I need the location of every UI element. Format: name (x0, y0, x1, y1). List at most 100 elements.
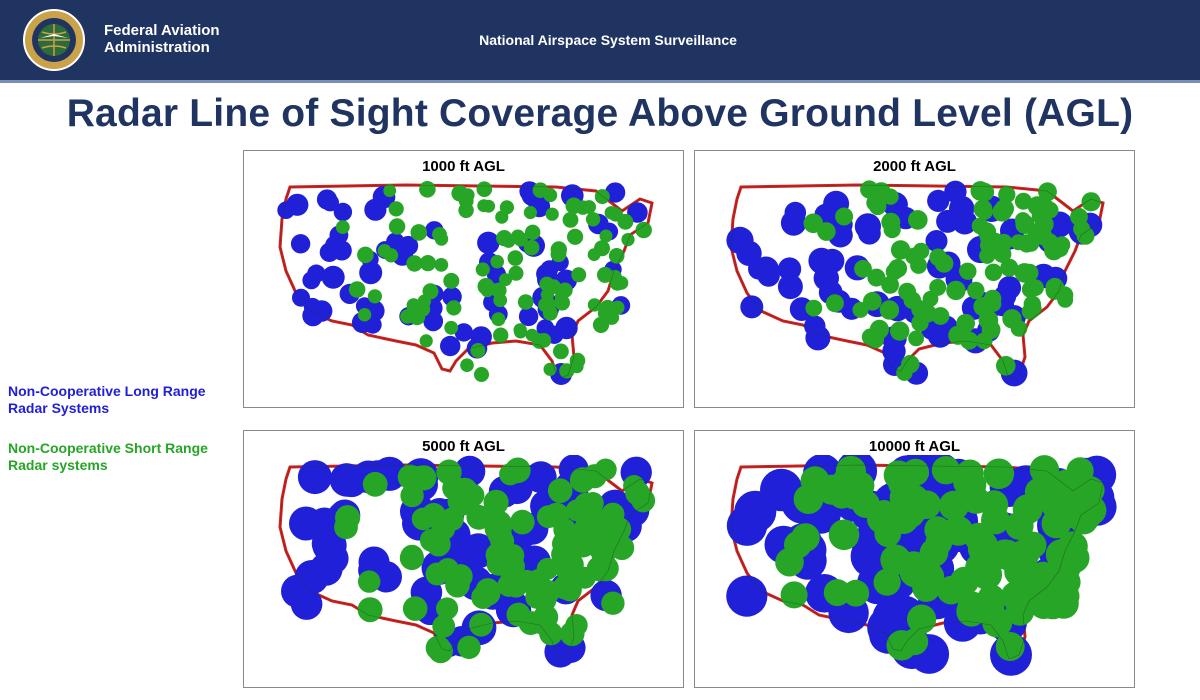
short-range-radar-site (881, 276, 899, 294)
legend-short-range: Non-Cooperative Short Range Radar system… (8, 440, 208, 473)
short-range-radar-site (929, 278, 947, 296)
short-range-radar-site (523, 205, 537, 220)
short-range-radar-site (367, 289, 382, 304)
short-range-radar-site (854, 259, 872, 278)
short-range-radar-site (931, 456, 961, 485)
long-range-radar-site (477, 231, 500, 254)
long-range-radar-site (321, 265, 345, 289)
short-range-radar-site (1046, 479, 1077, 510)
short-range-radar-site (899, 556, 931, 588)
long-range-radar-site (364, 198, 387, 221)
short-range-radar-site (461, 483, 485, 507)
short-range-radar-site (510, 509, 535, 535)
short-range-radar-site (1045, 277, 1065, 297)
short-range-radar-site (475, 578, 500, 603)
short-range-radar-site (907, 604, 937, 634)
short-range-radar-site (457, 635, 481, 659)
long-range-radar-site (329, 463, 364, 497)
coverage-panel-2000ft: 2000 ft AGL (694, 150, 1135, 408)
long-range-radar-site (736, 240, 762, 266)
short-range-radar-site (912, 490, 942, 519)
short-range-radar-site (388, 218, 406, 235)
short-range-radar-site (422, 283, 439, 300)
long-range-radar-site (726, 505, 768, 546)
short-range-radar-site (553, 343, 569, 360)
short-range-radar-site (482, 199, 496, 213)
short-range-radar-site (883, 460, 914, 490)
short-range-radar-site (832, 468, 859, 495)
short-range-radar-site (533, 604, 559, 630)
short-range-radar-site (967, 534, 997, 564)
short-range-radar-site (491, 312, 506, 327)
short-range-radar-site (547, 478, 573, 503)
short-range-radar-site (358, 570, 381, 593)
short-range-radar-site (883, 221, 901, 239)
legend-long-range: Non-Cooperative Long Range Radar Systems (8, 383, 206, 416)
short-range-radar-site (431, 516, 456, 541)
short-range-radar-site (591, 554, 618, 581)
short-range-radar-site (996, 356, 1016, 376)
short-range-radar-site (544, 502, 570, 528)
short-range-radar-site (399, 545, 424, 571)
short-range-radar-site (1028, 561, 1058, 591)
short-range-radar-site (896, 364, 913, 381)
short-range-radar-site (499, 200, 514, 215)
short-range-radar-site (610, 300, 625, 315)
long-range-radar-site (319, 242, 340, 262)
us-coverage-map (277, 181, 654, 385)
short-range-radar-site (476, 181, 493, 197)
short-range-radar-site (1005, 597, 1035, 626)
short-range-radar-site (995, 543, 1024, 572)
short-range-radar-site (587, 298, 602, 312)
short-range-radar-site (592, 316, 610, 333)
short-range-radar-site (976, 203, 993, 220)
short-range-radar-site (443, 272, 460, 289)
short-range-radar-site (562, 212, 579, 228)
short-range-radar-site (486, 552, 510, 576)
header-title: National Airspace System Surveillance (479, 32, 737, 48)
short-range-radar-site (601, 591, 625, 615)
short-range-radar-site (504, 574, 528, 598)
short-range-radar-site (978, 310, 999, 330)
long-range-radar-site (555, 316, 578, 340)
short-range-radar-site (1038, 182, 1057, 202)
short-range-radar-site (475, 262, 490, 277)
short-range-radar-site (908, 330, 924, 347)
short-range-radar-site (1049, 581, 1080, 612)
short-range-radar-site (587, 248, 601, 261)
panel-title: 5000 ft AGL (422, 438, 505, 455)
short-range-radar-site (501, 234, 516, 248)
short-range-radar-site (869, 500, 898, 529)
short-range-radar-site (466, 504, 492, 530)
panel-title: 1000 ft AGL (422, 158, 505, 175)
short-range-radar-site (357, 246, 374, 264)
short-range-radar-site (357, 308, 372, 322)
panel-title: 10000 ft AGL (868, 438, 961, 455)
short-range-radar-site (436, 597, 459, 620)
short-range-radar-site (977, 584, 1006, 612)
long-range-radar-site (518, 306, 539, 327)
short-range-radar-site (994, 199, 1014, 219)
long-range-radar-site (297, 460, 332, 495)
short-range-radar-site (929, 248, 947, 267)
short-range-radar-site (608, 248, 625, 264)
short-range-radar-site (604, 206, 618, 220)
short-range-radar-site (975, 332, 993, 350)
short-range-radar-site (946, 280, 966, 301)
short-range-radar-site (873, 568, 901, 596)
coverage-panel-10000ft: 10000 ft AGL (694, 430, 1135, 688)
short-range-radar-site (585, 212, 601, 227)
short-range-radar-site (950, 566, 979, 596)
short-range-radar-site (335, 220, 350, 234)
short-range-radar-site (879, 300, 900, 320)
long-range-radar-site (784, 201, 807, 224)
short-range-radar-site (890, 321, 910, 341)
short-range-radar-site (835, 207, 854, 226)
us-coverage-map (726, 455, 1117, 676)
short-range-radar-site (842, 579, 870, 607)
short-range-radar-site (775, 547, 804, 577)
short-range-radar-site (908, 210, 928, 230)
coverage-panel-1000ft: 1000 ft AGL (243, 150, 684, 408)
short-range-radar-site (803, 213, 824, 234)
short-range-radar-site (983, 289, 1002, 308)
